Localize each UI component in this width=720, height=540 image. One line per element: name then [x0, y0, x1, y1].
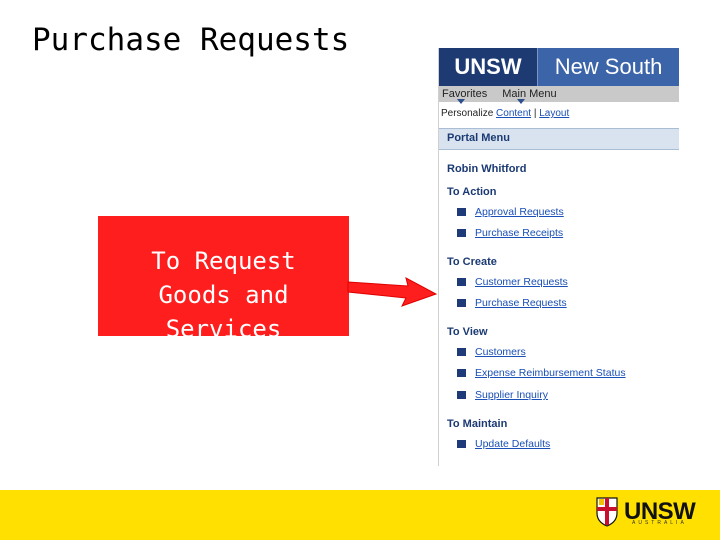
portal-menu-header: Portal Menu	[439, 128, 679, 150]
section-heading-to-maintain: To Maintain	[447, 418, 508, 430]
menu-item-approval-requests[interactable]: Approval Requests	[457, 206, 564, 218]
bullet-icon	[457, 348, 466, 356]
banner-logo-block: UNSW	[439, 48, 537, 86]
section-heading-to-create: To Create	[447, 256, 497, 268]
bullet-icon	[457, 278, 466, 286]
banner-tagline-block: New South	[537, 48, 679, 86]
menu-item-customers[interactable]: Customers	[457, 346, 526, 358]
menu-link[interactable]: Supplier Inquiry	[475, 389, 548, 401]
callout-box: To Request Goods and Services	[98, 216, 349, 336]
crest-icon	[596, 497, 618, 527]
bullet-icon	[457, 299, 466, 307]
menu-bar: Favorites Main Menu	[439, 86, 679, 104]
menu-link[interactable]: Expense Reimbursement Status	[475, 367, 626, 379]
portal-screenshot: UNSW New South Favorites Main Menu Perso…	[438, 48, 679, 466]
section-heading-to-action: To Action	[447, 186, 497, 198]
bullet-icon	[457, 208, 466, 216]
user-name: Robin Whitford	[447, 163, 527, 175]
menu-link[interactable]: Purchase Receipts	[475, 227, 563, 239]
menu-item-purchase-receipts[interactable]: Purchase Receipts	[457, 227, 563, 239]
portal-banner: UNSW New South	[439, 48, 679, 86]
callout-text: To Request Goods and Services	[151, 247, 296, 336]
menu-link[interactable]: Customers	[475, 346, 526, 358]
menu-link[interactable]: Customer Requests	[475, 276, 568, 288]
bullet-icon	[457, 391, 466, 399]
menu-item-purchase-requests[interactable]: Purchase Requests	[457, 297, 567, 309]
personalize-separator: |	[533, 108, 537, 119]
bullet-icon	[457, 229, 466, 237]
arrow-icon	[347, 277, 438, 307]
menu-link[interactable]: Update Defaults	[475, 438, 550, 450]
menu-item-update-defaults[interactable]: Update Defaults	[457, 438, 550, 450]
personalize-label: Personalize	[441, 108, 494, 119]
menu-item-supplier-inquiry[interactable]: Supplier Inquiry	[457, 389, 548, 401]
menu-link[interactable]: Approval Requests	[475, 206, 564, 218]
section-heading-to-view: To View	[447, 326, 488, 338]
slide-title: Purchase Requests	[32, 22, 350, 58]
footer-logo-subtext: AUSTRALIA	[632, 520, 687, 526]
personalize-bar: Personalize Content | Layout	[441, 108, 569, 119]
banner-logo: UNSW	[454, 54, 522, 79]
menu-favorites[interactable]: Favorites	[439, 88, 487, 104]
portal-menu-title: Portal Menu	[447, 132, 510, 144]
menu-link[interactable]: Purchase Requests	[475, 297, 567, 309]
chevron-down-icon	[517, 99, 526, 104]
menu-main-menu[interactable]: Main Menu	[499, 88, 557, 104]
banner-tagline: New South	[554, 54, 663, 79]
personalize-layout-link[interactable]: Layout	[539, 108, 569, 119]
menu-item-customer-requests[interactable]: Customer Requests	[457, 276, 568, 288]
menu-item-expense-reimbursement-status[interactable]: Expense Reimbursement Status	[457, 367, 626, 379]
bullet-icon	[457, 369, 466, 377]
bullet-icon	[457, 440, 466, 448]
chevron-down-icon	[457, 99, 465, 104]
personalize-content-link[interactable]: Content	[496, 108, 531, 119]
